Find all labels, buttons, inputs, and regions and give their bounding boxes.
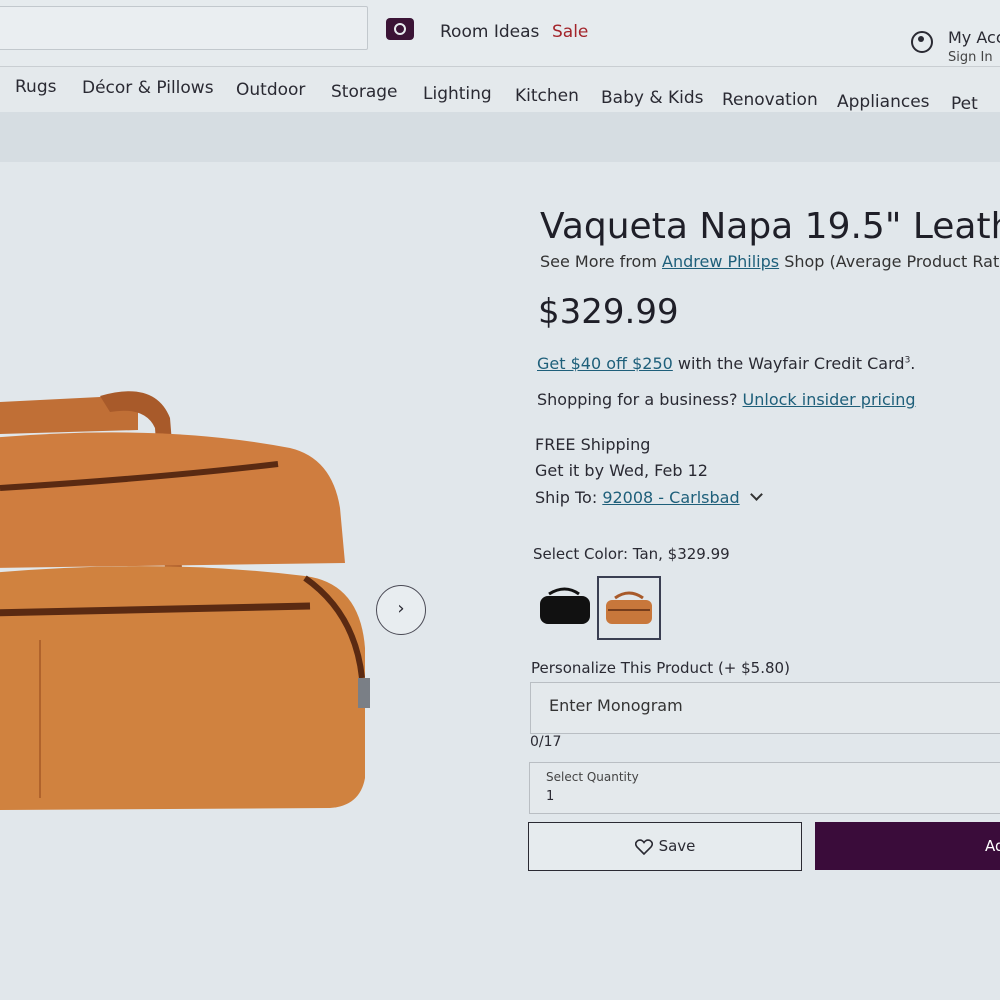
search-input[interactable] [0,6,368,50]
nav-item-storage[interactable]: Storage [331,82,398,102]
ship-to-zip-link[interactable]: 92008 - Carlsbad [602,488,739,507]
credit-offer-link[interactable]: Get $40 off $250 [537,354,673,373]
quantity-value: 1 [546,789,555,804]
account-icon[interactable] [911,31,933,53]
ship-to: Ship To: 92008 - Carlsbad [535,488,763,507]
quantity-select[interactable]: Select Quantity 1 [529,762,1000,814]
nav-item-kitchen[interactable]: Kitchen [515,86,579,106]
nav-item-outdoor[interactable]: Outdoor [236,80,305,100]
sign-in-link[interactable]: Sign In [948,50,993,65]
brand-link[interactable]: Andrew Philips [662,252,779,271]
see-more-prefix: See More from [540,252,662,271]
ship-to-label: Ship To: [535,488,603,507]
business-text: Shopping for a business? [537,390,743,409]
quantity-label: Select Quantity [546,770,639,784]
brand-line: See More from Andrew Philips Shop (Avera… [540,252,1000,271]
color-swatch-black[interactable] [535,576,595,636]
free-shipping: FREE Shipping [535,435,651,454]
select-color-label: Select Color: Tan, $329.99 [533,545,730,563]
see-more-suffix: Shop (Average Product Rati [779,252,1000,271]
credit-offer: Get $40 off $250 with the Wayfair Credit… [537,354,915,373]
header-spacer [0,112,1000,162]
credit-offer-end: . [910,354,916,373]
category-nav: Rugs Décor & Pillows Outdoor Storage Lig… [0,66,1000,114]
product-image [0,391,370,810]
product-price: $329.99 [538,292,679,332]
next-image-button[interactable]: › [376,585,426,635]
account-title[interactable]: My Acc [948,28,1000,47]
nav-item-pet[interactable]: Pet [951,94,978,114]
nav-item-appliances[interactable]: Appliances [837,92,930,112]
monogram-input[interactable] [547,695,951,716]
add-to-cart-button[interactable]: Ad [815,822,1000,870]
camera-icon[interactable] [386,18,414,40]
save-button[interactable]: Save [528,822,802,871]
chevron-down-icon[interactable] [749,488,763,501]
monogram-field[interactable] [530,682,1000,734]
room-ideas-link[interactable]: Room Ideas [440,22,539,42]
sale-link[interactable]: Sale [552,22,588,42]
insider-pricing-link[interactable]: Unlock insider pricing [743,390,916,409]
delivery-date: Get it by Wed, Feb 12 [535,461,708,480]
heart-icon [634,838,653,855]
nav-item-lighting[interactable]: Lighting [423,84,492,104]
nav-item-decor-pillows[interactable]: Décor & Pillows [82,78,214,98]
color-swatch-tan[interactable] [597,576,661,640]
nav-item-renovation[interactable]: Renovation [722,90,818,110]
personalize-label: Personalize This Product (+ $5.80) [531,659,790,677]
credit-offer-text: with the Wayfair Credit Card [672,354,905,373]
business-pricing: Shopping for a business? Unlock insider … [537,390,916,409]
nav-item-rugs[interactable]: Rugs [15,77,56,97]
monogram-char-count: 0/17 [530,734,562,750]
top-bar: Room Ideas Sale My Acc Sign In [0,0,1000,66]
product-title: Vaqueta Napa 19.5" Leathe [540,206,1000,247]
add-to-cart-label: Ad [985,837,1000,855]
save-label: Save [658,837,696,855]
nav-item-baby-kids[interactable]: Baby & Kids [601,88,704,108]
